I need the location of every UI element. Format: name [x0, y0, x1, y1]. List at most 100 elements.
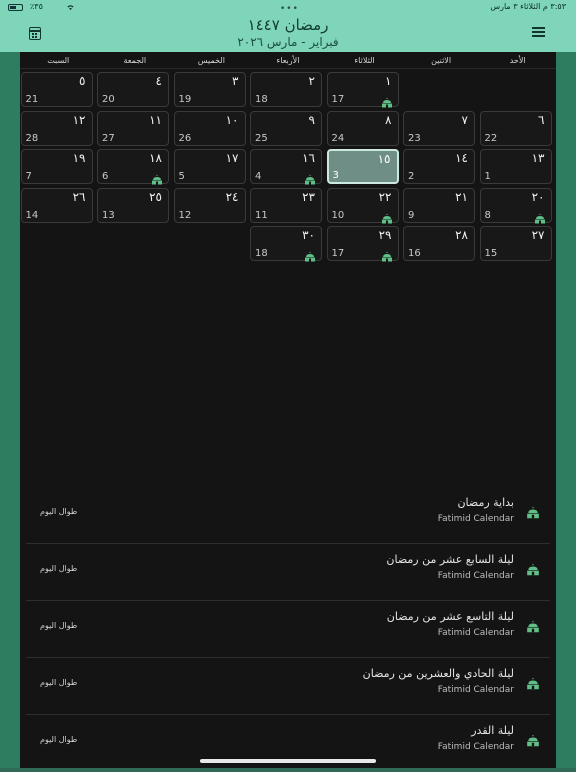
- event-title: بداية رمضان: [457, 496, 514, 509]
- right-margin: [556, 0, 576, 768]
- mosque-icon: [526, 675, 540, 690]
- event-title: ليلة الحادي والعشرين من رمضان: [362, 667, 514, 680]
- event-list-item[interactable]: ليلة السابع عشر من رمضان Fatimid Calendar…: [26, 544, 550, 601]
- event-list-item[interactable]: ليلة الحادي والعشرين من رمضان Fatimid Cal…: [26, 658, 550, 715]
- event-title: ليلة التاسع عشر من رمضان: [386, 610, 514, 623]
- day-cell[interactable]: ٢٠ 8: [479, 187, 552, 223]
- gregorian-day-number: 4: [255, 171, 262, 182]
- event-all-day-label: طوال اليوم: [40, 564, 78, 573]
- gregorian-day-number: 17: [331, 248, 345, 259]
- gregorian-day-number: 7: [25, 171, 32, 182]
- mosque-icon: [526, 504, 540, 519]
- day-cell[interactable]: ١٤ 2: [403, 149, 475, 184]
- gregorian-day-number: 10: [331, 209, 345, 221]
- gregorian-day-number: 11: [255, 209, 268, 221]
- gregorian-day-number: 24: [331, 132, 345, 144]
- day-cell[interactable]: ٢ 18: [250, 72, 322, 107]
- hijri-day-number: ٢: [308, 74, 315, 88]
- home-indicator[interactable]: [200, 759, 376, 763]
- mosque-icon: [381, 93, 393, 108]
- hijri-day-number: ١٨: [149, 151, 162, 165]
- hijri-day-number: ١٧: [225, 151, 239, 165]
- hijri-month-title: رمضان ١٤٤٧: [247, 16, 329, 34]
- event-all-day-label: طوال اليوم: [40, 507, 78, 516]
- event-list-item[interactable]: ليلة التاسع عشر من رمضان Fatimid Calendar…: [26, 601, 550, 658]
- hijri-day-number: ٢٧: [531, 228, 545, 242]
- header: ٣:٥٣ م الثلاثاء ٣ مارس ٪٣٥ ••• رمضان ١٤٤…: [0, 0, 576, 52]
- gregorian-day-number: 27: [102, 132, 115, 144]
- day-cell[interactable]: ٢٥ 13: [97, 187, 169, 223]
- gregorian-day-number: 1: [484, 171, 491, 182]
- day-cell[interactable]: ٢١ 9: [403, 187, 475, 223]
- gregorian-day-number: 19: [178, 94, 192, 105]
- day-cell[interactable]: ٩ 25: [250, 110, 322, 146]
- event-calendar-name: Fatimid Calendar: [437, 742, 514, 752]
- day-cell[interactable]: ٣٠ 18: [250, 226, 322, 262]
- hijri-day-number: ٢٠: [531, 189, 545, 204]
- hijri-day-number: ١١: [149, 112, 162, 127]
- day-cell[interactable]: ٤ 20: [97, 72, 169, 107]
- mosque-icon: [381, 209, 393, 223]
- day-cell[interactable]: ١١ 27: [97, 110, 169, 146]
- hijri-day-number: ٢٥: [149, 189, 162, 204]
- day-cell[interactable]: ٦ 22: [479, 110, 552, 146]
- hijri-day-number: ١٤: [455, 151, 468, 165]
- app-root: ٣:٥٣ م الثلاثاء ٣ مارس ٪٣٥ ••• رمضان ١٤٤…: [0, 0, 576, 768]
- gregorian-day-number: 16: [408, 248, 421, 259]
- calendar-icon[interactable]: [29, 27, 41, 40]
- gregorian-day-number: 5: [178, 171, 185, 182]
- menu-icon[interactable]: [532, 27, 545, 37]
- hijri-day-number: ٢٨: [455, 228, 468, 242]
- weekday-label: الأربعاء: [276, 56, 300, 65]
- day-cell[interactable]: ٢٦ 14: [20, 187, 93, 223]
- day-cell[interactable]: ١ 17: [326, 72, 399, 108]
- day-cell[interactable]: ٣ 19: [173, 72, 246, 107]
- event-calendar-name: Fatimid Calendar: [437, 628, 514, 638]
- day-cell[interactable]: ٢٩ 17: [326, 226, 399, 262]
- day-cell[interactable]: ١٢ 28: [20, 110, 93, 146]
- weekday-header: الأحد الاثنين الثلاثاء الأربعاء الخميس الجمعة…: [20, 52, 556, 69]
- day-cell[interactable]: ١٠ 26: [173, 110, 246, 146]
- day-cell[interactable]: ٢٨ 16: [403, 226, 475, 261]
- gregorian-months-subtitle: فبراير - مارس ٢٠٢٦: [237, 35, 339, 49]
- day-cell[interactable]: ١٩ 7: [20, 149, 93, 184]
- hijri-day-number: ٢٣: [302, 189, 315, 204]
- day-cell-today[interactable]: ١٥ 3: [326, 149, 399, 184]
- hijri-day-number: ١: [385, 74, 392, 88]
- gregorian-day-number: 8: [484, 209, 491, 221]
- day-cell[interactable]: ١٣ 1: [479, 149, 552, 184]
- gregorian-day-number: 12: [178, 209, 192, 221]
- hijri-day-number: ١٣: [531, 151, 545, 165]
- day-cell[interactable]: ٢٤ 12: [173, 187, 246, 223]
- event-list-item[interactable]: بداية رمضان Fatimid Calendar طوال اليوم: [26, 487, 550, 544]
- event-calendar-name: Fatimid Calendar: [437, 685, 514, 695]
- calendar-view: الأحد الاثنين الثلاثاء الأربعاء الخميس الجمعة…: [20, 52, 556, 768]
- gregorian-day-number: 22: [484, 132, 498, 144]
- day-cell[interactable]: ٢٢ 10: [326, 187, 399, 223]
- gregorian-day-number: 28: [25, 132, 39, 144]
- hijri-day-number: ٢٤: [225, 189, 239, 204]
- day-cell[interactable]: ٢٧ 15: [479, 226, 552, 261]
- day-cell[interactable]: ١٦ 4: [250, 149, 322, 185]
- status-time: ٣:٥٣ م الثلاثاء ٣ مارس: [490, 2, 566, 11]
- gregorian-day-number: 6: [102, 171, 109, 182]
- hijri-day-number: ٤: [155, 74, 162, 88]
- day-cell[interactable]: ٧ 23: [403, 110, 475, 146]
- gregorian-day-number: 26: [178, 132, 192, 144]
- gregorian-day-number: 25: [255, 132, 268, 144]
- day-cell[interactable]: ١٧ 5: [173, 149, 246, 184]
- day-cell[interactable]: ٨ 24: [326, 110, 399, 146]
- hijri-day-number: ٢٩: [378, 228, 392, 242]
- hijri-day-number: ١٦: [302, 151, 315, 165]
- battery-percent: ٪٣٥: [30, 2, 43, 11]
- day-cell[interactable]: ٢٣ 11: [250, 187, 322, 223]
- hijri-day-number: ٢٦: [72, 189, 86, 204]
- event-list-item[interactable]: ليلة القدر Fatimid Calendar طوال اليوم: [26, 715, 550, 772]
- multitask-dots[interactable]: •••: [280, 4, 299, 14]
- hijri-day-number: ١٩: [72, 151, 86, 165]
- mosque-icon: [304, 170, 316, 185]
- day-cell[interactable]: ١٨ 6: [97, 149, 169, 185]
- mosque-icon: [526, 618, 540, 633]
- weekday-label: السبت: [47, 56, 70, 65]
- day-cell[interactable]: ٥ 21: [20, 72, 93, 107]
